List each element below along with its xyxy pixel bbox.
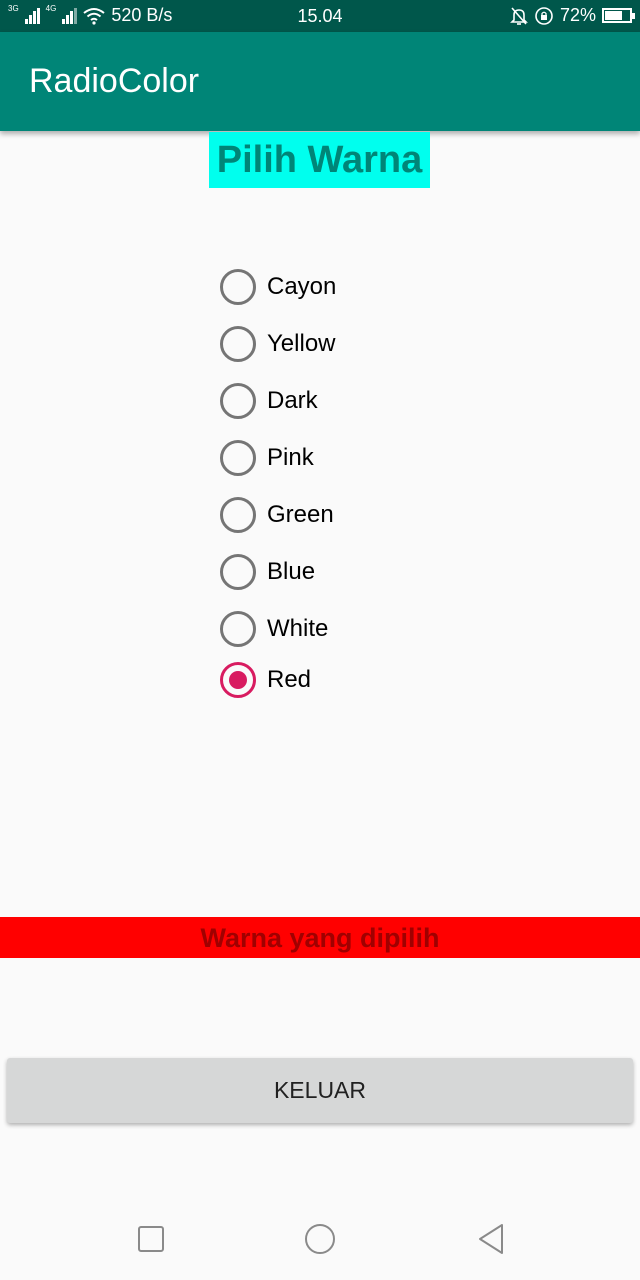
radio-option-red[interactable]: Red [218,655,438,705]
radio-button-icon[interactable] [220,383,256,419]
bell-off-icon [510,6,528,25]
radio-button-icon[interactable] [220,269,256,305]
radio-button-icon[interactable] [220,326,256,362]
radio-option-green[interactable]: Green [218,490,438,540]
radio-button-icon[interactable] [220,554,256,590]
radio-option-cayon[interactable]: Cayon [218,262,438,312]
recents-square-icon[interactable] [135,1223,167,1255]
radio-label: Blue [267,558,316,585]
back-triangle-icon[interactable] [474,1223,506,1255]
radio-option-blue[interactable]: Blue [218,547,438,597]
radio-option-dark[interactable]: Dark [218,376,438,426]
status-right: 72% [510,5,635,26]
radio-label: White [267,615,329,642]
app-title: RadioColor [29,62,200,100]
radio-label: Red [267,666,312,693]
radio-button-icon[interactable] [220,497,256,533]
radio-label: Pink [267,444,314,471]
radio-label: Dark [267,387,318,414]
radio-option-yellow[interactable]: Yellow [218,319,438,369]
radio-label: Cayon [267,273,337,300]
radio-label: Green [267,501,334,528]
rotation-lock-icon [535,6,553,25]
radio-button-icon[interactable] [220,440,256,476]
home-circle-icon[interactable] [304,1223,336,1255]
selected-color-result: Warna yang dipilih [0,917,640,958]
battery-fill [605,11,623,20]
status-bar: 3G 4G 520 B/s 15.04 72% [0,0,640,32]
radio-option-pink[interactable]: Pink [218,433,438,483]
radio-option-white[interactable]: White [218,604,438,654]
page-heading: Pilih Warna [209,132,430,188]
radio-button-icon[interactable] [220,662,256,698]
navigation-bar [0,1196,640,1280]
battery-percent: 72% [559,5,596,25]
battery-icon [602,8,635,23]
radio-button-icon[interactable] [220,611,256,647]
radio-selected-dot [229,671,247,689]
exit-button[interactable]: KELUAR [7,1058,633,1123]
app-bar: RadioColor [0,32,640,131]
radio-label: Yellow [267,330,336,357]
